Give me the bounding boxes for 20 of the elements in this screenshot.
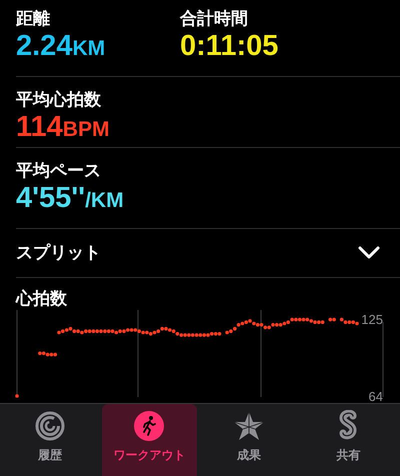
tab[interactable]: ワークアウト	[102, 404, 197, 476]
metric-label: 平均心拍数	[16, 89, 101, 111]
metric-value: 2.24KM	[16, 30, 106, 64]
expand-chevron-icon[interactable]	[358, 246, 380, 260]
axis-tick-label: 125	[361, 312, 383, 327]
metric-value: 114BPM	[16, 111, 110, 145]
metric-label: 平均ペース	[16, 160, 101, 182]
chart-title: 心拍数	[14, 288, 67, 310]
star-icon	[232, 410, 265, 442]
rings-icon	[34, 410, 66, 442]
axis-tick-label: 64	[368, 389, 383, 403]
tab[interactable]: 共有	[300, 404, 396, 476]
tab[interactable]: 成果	[201, 404, 296, 476]
metric-value: 4'55''/KM	[16, 182, 124, 216]
metric-label: 合計時間	[180, 8, 248, 30]
section-label: スプリット	[16, 242, 101, 264]
metric-value: 0:11:05	[180, 30, 278, 64]
tab[interactable]: 履歴	[2, 404, 98, 476]
metric-label: 距離	[16, 8, 50, 30]
runner-icon	[133, 410, 166, 442]
